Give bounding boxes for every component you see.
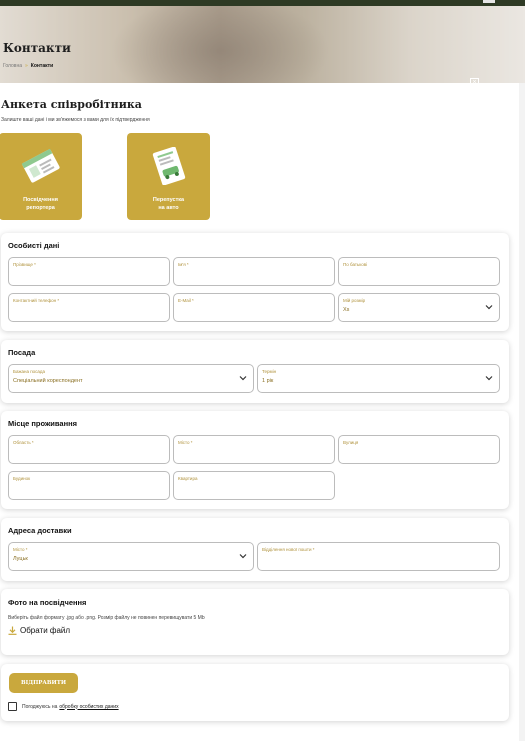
phone-field[interactable]: Контактний телефон *: [8, 293, 170, 322]
file-hint: Виберіть файл формату .jpg або .png. Роз…: [8, 615, 205, 621]
field-label: По батькові: [343, 262, 368, 267]
chevron-down-icon: [485, 376, 493, 381]
size-select[interactable]: Мій розмір Xs: [338, 293, 500, 322]
doc-card-reporter-id[interactable]: Посвідчення репортера: [0, 133, 82, 220]
form-subtitle: Залиште ваші дані і ми зв'яжемося з вами…: [1, 117, 150, 123]
consent-checkbox[interactable]: [8, 702, 17, 711]
section-photo: Фото на посвідчення Виберіть файл формат…: [1, 589, 509, 655]
field-label: Мій розмір: [343, 298, 366, 303]
doc-card-label-1: Посвідчення: [23, 197, 58, 203]
section-title: Місце проживання: [8, 419, 78, 428]
section-personal-data: Особисті дані Прізвище * Ім'я * По батьк…: [1, 233, 509, 331]
field-value: 1 рік: [262, 378, 274, 384]
name-field[interactable]: Ім'я *: [173, 257, 335, 286]
breadcrumb-separator: »: [25, 63, 28, 69]
section-delivery: Адреса доставки Місто * Луцьк Відділення…: [1, 518, 509, 581]
field-label: Прізвище *: [13, 262, 36, 267]
section-submit: ВІДПРАВИТИ Погоджуюсь на обробку особисти…: [1, 664, 509, 721]
field-label: Будинок: [13, 476, 31, 481]
menu-icon[interactable]: [483, 0, 495, 3]
surname-field[interactable]: Прізвище *: [8, 257, 170, 286]
chevron-down-icon: [485, 305, 493, 310]
doc-card-label-1: Перепустка: [152, 197, 185, 203]
section-title: Фото на посвідчення: [8, 598, 87, 607]
apartment-field[interactable]: Квартира: [173, 471, 335, 500]
field-label: Контактний телефон *: [13, 298, 60, 303]
field-value: Луцьк: [13, 556, 28, 562]
field-label: Квартира: [178, 476, 198, 481]
breadcrumb: Головна» Контакти: [3, 63, 53, 69]
hero-banner: Контакти Головна» Контакти ×: [0, 6, 525, 83]
section-title: Особисті дані: [8, 241, 60, 250]
position-select[interactable]: Бажана посада Спеціальний кореспондент: [8, 364, 254, 393]
chevron-down-icon: [239, 554, 247, 559]
choose-file-button[interactable]: Обрати файл: [8, 626, 70, 635]
field-label: Бажана посада: [13, 369, 46, 374]
region-field[interactable]: Область *: [8, 435, 170, 464]
consent-text: Погоджуюсь на: [22, 703, 58, 710]
email-field[interactable]: E-Mail *: [173, 293, 335, 322]
doc-card-label-2: на авто: [158, 205, 179, 211]
term-select[interactable]: Термін 1 рік: [257, 364, 500, 393]
page-title: Контакти: [3, 41, 71, 55]
breadcrumb-current: Контакти: [30, 63, 54, 69]
submit-button[interactable]: ВІДПРАВИТИ: [9, 673, 78, 693]
section-residence: Місце проживання Область * Місто * Вулиц…: [1, 411, 509, 509]
field-label: Термін: [262, 369, 277, 374]
section-position: Посада Бажана посада Спеціальний кореспо…: [1, 340, 509, 403]
street-field[interactable]: Вулиця: [338, 435, 500, 464]
post-office-field[interactable]: Відділення нової пошти *: [257, 542, 500, 571]
house-field[interactable]: Будинок: [8, 471, 170, 500]
doc-card-label-2: репортера: [26, 205, 55, 211]
field-value: Спеціальний кореспондент: [13, 378, 83, 384]
delivery-city-select[interactable]: Місто * Луцьк: [8, 542, 254, 571]
patronymic-field[interactable]: По батькові: [338, 257, 500, 286]
doc-card-car-pass[interactable]: Перепустка на авто: [127, 133, 210, 220]
city-field[interactable]: Місто *: [173, 435, 335, 464]
close-icon[interactable]: ×: [470, 78, 479, 83]
form-title: Анкета співробітника: [1, 98, 142, 111]
scroll-gutter: [519, 83, 525, 741]
field-label: Відділення нової пошти *: [262, 547, 315, 552]
breadcrumb-home[interactable]: Головна: [3, 63, 22, 69]
field-label: Вулиця: [343, 440, 359, 445]
field-label: E-Mail *: [178, 298, 194, 303]
consent-row: Погоджуюсь на обробку особистих даних: [8, 702, 119, 711]
section-title: Посада: [8, 348, 36, 357]
download-icon: [8, 626, 17, 635]
field-label: Ім'я *: [178, 262, 189, 267]
consent-link[interactable]: обробку особистих даних: [59, 704, 118, 710]
field-label: Місто *: [178, 440, 193, 445]
field-value: Xs: [343, 307, 350, 313]
field-label: Область *: [13, 440, 34, 445]
field-label: Місто *: [13, 547, 28, 552]
section-title: Адреса доставки: [8, 526, 72, 535]
id-card-icon: [21, 148, 60, 183]
choose-file-label: Обрати файл: [20, 626, 71, 635]
chevron-down-icon: [239, 376, 247, 381]
car-pass-icon: [152, 147, 186, 185]
